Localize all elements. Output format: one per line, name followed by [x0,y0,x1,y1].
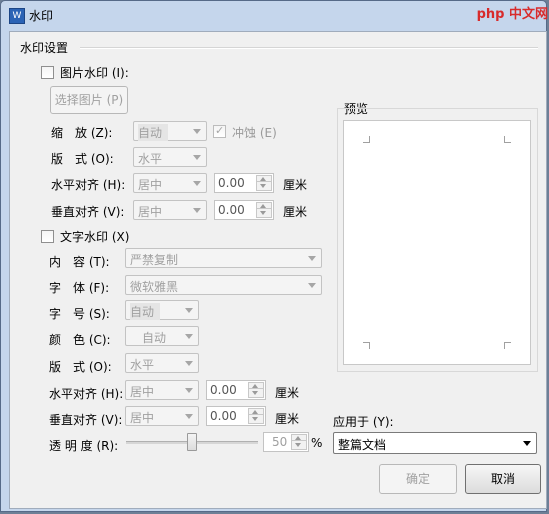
picture-h-offset-value: 0.00 [218,176,245,190]
spin-down-icon[interactable] [291,440,307,450]
color-label: 颜 色 (C): [49,333,111,347]
picture-h-align-value: 居中 [138,178,163,192]
chevron-down-icon [193,129,201,134]
color-value: 自动 [142,331,167,345]
text-layout-value: 水平 [130,358,155,372]
text-h-unit: 厘米 [275,386,300,400]
picture-h-align-combo[interactable]: 居中 [133,173,207,193]
size-combo[interactable]: 自动 [125,300,199,320]
washout-checkbox[interactable]: ✓ [213,124,226,138]
select-picture-button[interactable]: 选择图片 (P) [50,86,128,114]
color-combo[interactable]: 自动 [125,326,199,346]
dialog-client-area: 水印设置 图片水印 (I): 选择图片 (P) 缩 放 (Z): 自动 ✓ 冲蚀… [9,31,547,509]
text-v-offset-value: 0.00 [210,409,237,423]
picture-watermark-checkbox[interactable] [41,66,54,79]
picture-h-offset-spinner[interactable]: 0.00 [214,173,274,193]
check-icon: ✓ [215,124,225,137]
spin-down-icon[interactable] [248,388,264,398]
font-value: 微软雅黑 [130,280,179,294]
preview-page [343,120,531,365]
text-layout-combo[interactable]: 水平 [125,353,199,373]
picture-h-align-label: 水平对齐 (H): [51,178,126,192]
apply-to-value: 整篇文档 [338,438,387,452]
font-label: 字 体 (F): [49,281,110,295]
chevron-down-icon [193,208,201,213]
wps-writer-icon: W [9,8,25,24]
picture-v-offset-spinner[interactable]: 0.00 [214,200,274,220]
scale-label: 缩 放 (Z): [51,126,113,140]
transparency-value: 50 [272,435,288,449]
margin-corner-icon [504,136,511,143]
scale-value: 自动 [138,124,169,141]
content-value: 严禁复制 [130,253,179,267]
text-h-offset-spinner[interactable]: 0.00 [206,380,266,400]
spin-down-icon[interactable] [256,208,272,218]
font-combo[interactable]: 微软雅黑 [125,275,322,295]
picture-watermark-label: 图片水印 (I): [60,66,129,80]
text-h-align-value: 居中 [130,385,155,399]
chevron-down-icon [185,414,193,419]
chevron-down-icon [185,334,193,339]
picture-v-align-combo[interactable]: 居中 [133,200,207,220]
spin-down-icon[interactable] [256,181,272,191]
margin-corner-icon [363,342,370,349]
watermark-settings-group-label: 水印设置 [20,41,69,55]
picture-layout-combo[interactable]: 水平 [133,147,207,167]
transparency-label: 透 明 度 (R): [49,439,119,453]
transparency-spinner[interactable]: 50 [263,432,309,452]
transparency-slider-thumb[interactable] [187,433,197,451]
margin-corner-icon [363,136,370,143]
chevron-down-icon [193,155,201,160]
window-title: 水印 [29,9,54,23]
ok-button[interactable]: 确定 [379,464,457,494]
margin-corner-icon [504,342,511,349]
content-label: 内 容 (T): [49,255,110,269]
text-v-align-combo[interactable]: 居中 [125,406,199,426]
text-h-offset-value: 0.00 [210,383,237,397]
size-label: 字 号 (S): [49,307,110,321]
text-v-align-label: 垂直对齐 (V): [49,413,123,427]
picture-h-unit: 厘米 [283,178,308,192]
chevron-down-icon [523,441,531,446]
chevron-down-icon [308,256,316,261]
chevron-down-icon [185,361,193,366]
picture-layout-value: 水平 [138,152,163,166]
text-watermark-label: 文字水印 (X) [60,230,130,244]
spin-down-icon[interactable] [248,414,264,424]
text-watermark-checkbox[interactable] [41,230,54,243]
chevron-down-icon [193,181,201,186]
transparency-unit: % [311,436,323,450]
text-h-align-label: 水平对齐 (H): [49,387,124,401]
picture-v-align-label: 垂直对齐 (V): [51,205,125,219]
chevron-down-icon [185,388,193,393]
site-watermark-logo: php 中文网 [476,7,548,22]
size-value: 自动 [130,303,161,320]
picture-v-align-value: 居中 [138,205,163,219]
group-divider [80,47,538,49]
picture-layout-label: 版 式 (O): [51,152,114,166]
picture-v-offset-value: 0.00 [218,203,245,217]
washout-label: 冲蚀 (E) [232,126,277,140]
apply-to-label: 应用于 (Y): [333,415,394,429]
watermark-dialog: W 水印 php 中文网 水印设置 图片水印 (I): 选择图片 (P) 缩 放… [0,0,548,512]
chevron-down-icon [308,283,316,288]
text-layout-label: 版 式 (O): [49,360,112,374]
text-v-offset-spinner[interactable]: 0.00 [206,406,266,426]
text-v-unit: 厘米 [275,412,300,426]
title-bar[interactable]: W 水印 php 中文网 [1,1,548,29]
chevron-down-icon [185,308,193,313]
content-combo[interactable]: 严禁复制 [125,248,322,268]
scale-combo[interactable]: 自动 [133,121,207,141]
apply-to-combo[interactable]: 整篇文档 [333,432,537,454]
cancel-button[interactable]: 取消 [465,464,541,494]
text-v-align-value: 居中 [130,411,155,425]
text-h-align-combo[interactable]: 居中 [125,380,199,400]
picture-v-unit: 厘米 [283,205,308,219]
